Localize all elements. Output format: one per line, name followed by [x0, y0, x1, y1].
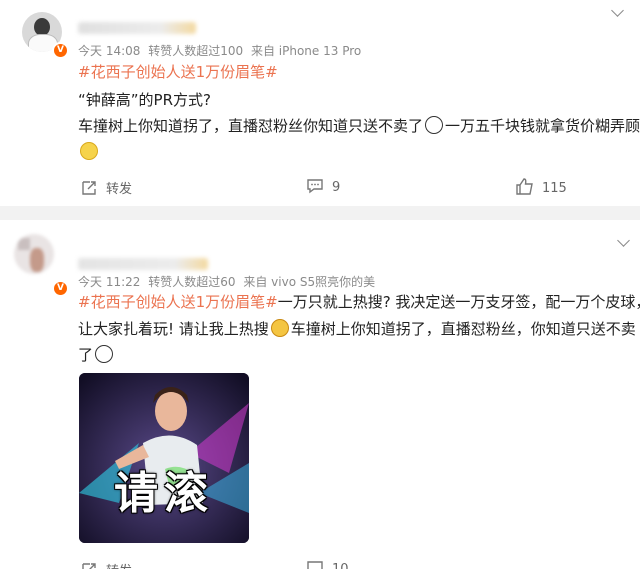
- verified-badge-icon: V: [52, 42, 69, 59]
- text-span: 一万五千块钱就拿货价糊弄顾客: [445, 117, 640, 135]
- more-chevron-icon[interactable]: [617, 234, 630, 247]
- post-text-line: 车撞树上你知道拐了，直播怼粉丝你知道只送不卖了 一万五千块钱就拿货价糊弄顾客: [78, 112, 640, 140]
- like-count: 115: [542, 181, 567, 196]
- text-span: 了: [78, 346, 94, 364]
- text-span: 让大家扎着玩! 请让我上热搜: [78, 320, 269, 338]
- more-chevron-icon[interactable]: [611, 4, 624, 17]
- comment-button[interactable]: 10: [306, 560, 349, 569]
- username[interactable]: [78, 258, 208, 270]
- post-source[interactable]: 来自 vivo S5照亮你的美: [243, 275, 375, 289]
- post-meta: 今天 14:08 转赞人数超过100 来自 iPhone 13 Pro: [78, 42, 365, 59]
- avatar[interactable]: [14, 234, 54, 274]
- username[interactable]: [78, 22, 196, 34]
- post-text-line: [78, 138, 100, 166]
- meme-caption: 请滚: [114, 468, 214, 519]
- text-span: 一万只就上热搜? 我决定送一万支牙签，配一万个皮球，: [277, 293, 640, 311]
- repost-label: 转发: [106, 182, 133, 197]
- repost-button[interactable]: 转发: [80, 560, 132, 569]
- repost-count: 转赞人数超过100: [148, 44, 244, 58]
- post-time: 今天 11:22: [78, 275, 141, 289]
- hashtag-link[interactable]: #花西子创始人送1万份眉笔#: [78, 293, 278, 311]
- panda-emoji-icon: [95, 345, 114, 363]
- like-button[interactable]: 115: [516, 178, 567, 196]
- repost-icon: [82, 563, 96, 569]
- repost-button[interactable]: 转发: [80, 178, 132, 197]
- post-card: V 今天 11:22 转赞人数超过60 来自 vivo S5照亮你的美 #花西子…: [0, 220, 640, 569]
- post-text-line: #花西子创始人送1万份眉笔#一万只就上热搜? 我决定送一万支牙签，配一万个皮球，: [78, 288, 640, 316]
- repost-count: 转赞人数超过60: [148, 275, 236, 289]
- panda-emoji-icon: [425, 116, 444, 134]
- comment-button[interactable]: 9: [306, 178, 340, 195]
- text-span: 车撞树上你知道拐了，直播怼粉丝你知道只送不卖了: [78, 117, 424, 135]
- smile-emoji-icon: [80, 142, 98, 160]
- verified-badge-icon: V: [52, 280, 69, 297]
- post-time: 今天 14:08: [78, 44, 141, 58]
- repost-icon: [82, 181, 96, 195]
- text-span: 车撞树上你知道拐了，直播怼粉丝，你知道只送不卖: [290, 320, 636, 338]
- comment-icon: [307, 561, 323, 569]
- post-text-line: 让大家扎着玩! 请让我上热搜 车撞树上你知道拐了，直播怼粉丝，你知道只送不卖: [78, 315, 636, 343]
- meme-image[interactable]: 请滚: [79, 373, 249, 543]
- wow-emoji-icon: [270, 319, 289, 337]
- hashtag-link[interactable]: #花西子创始人送1万份眉笔#: [78, 58, 278, 86]
- post-source[interactable]: 来自 iPhone 13 Pro: [251, 44, 361, 58]
- post-text-line: “钟薛高”的PR方式?: [78, 91, 211, 109]
- post-text: #花西子创始人送1万份眉笔#: [78, 58, 278, 86]
- comment-count: 9: [332, 180, 341, 195]
- like-icon: [516, 178, 533, 195]
- post-card: V 今天 14:08 转赞人数超过100 来自 iPhone 13 Pro #花…: [0, 0, 640, 206]
- comment-count: 10: [332, 562, 349, 569]
- post-text-line: 了: [78, 341, 115, 369]
- repost-label: 转发: [106, 564, 132, 569]
- comment-icon: [307, 179, 323, 194]
